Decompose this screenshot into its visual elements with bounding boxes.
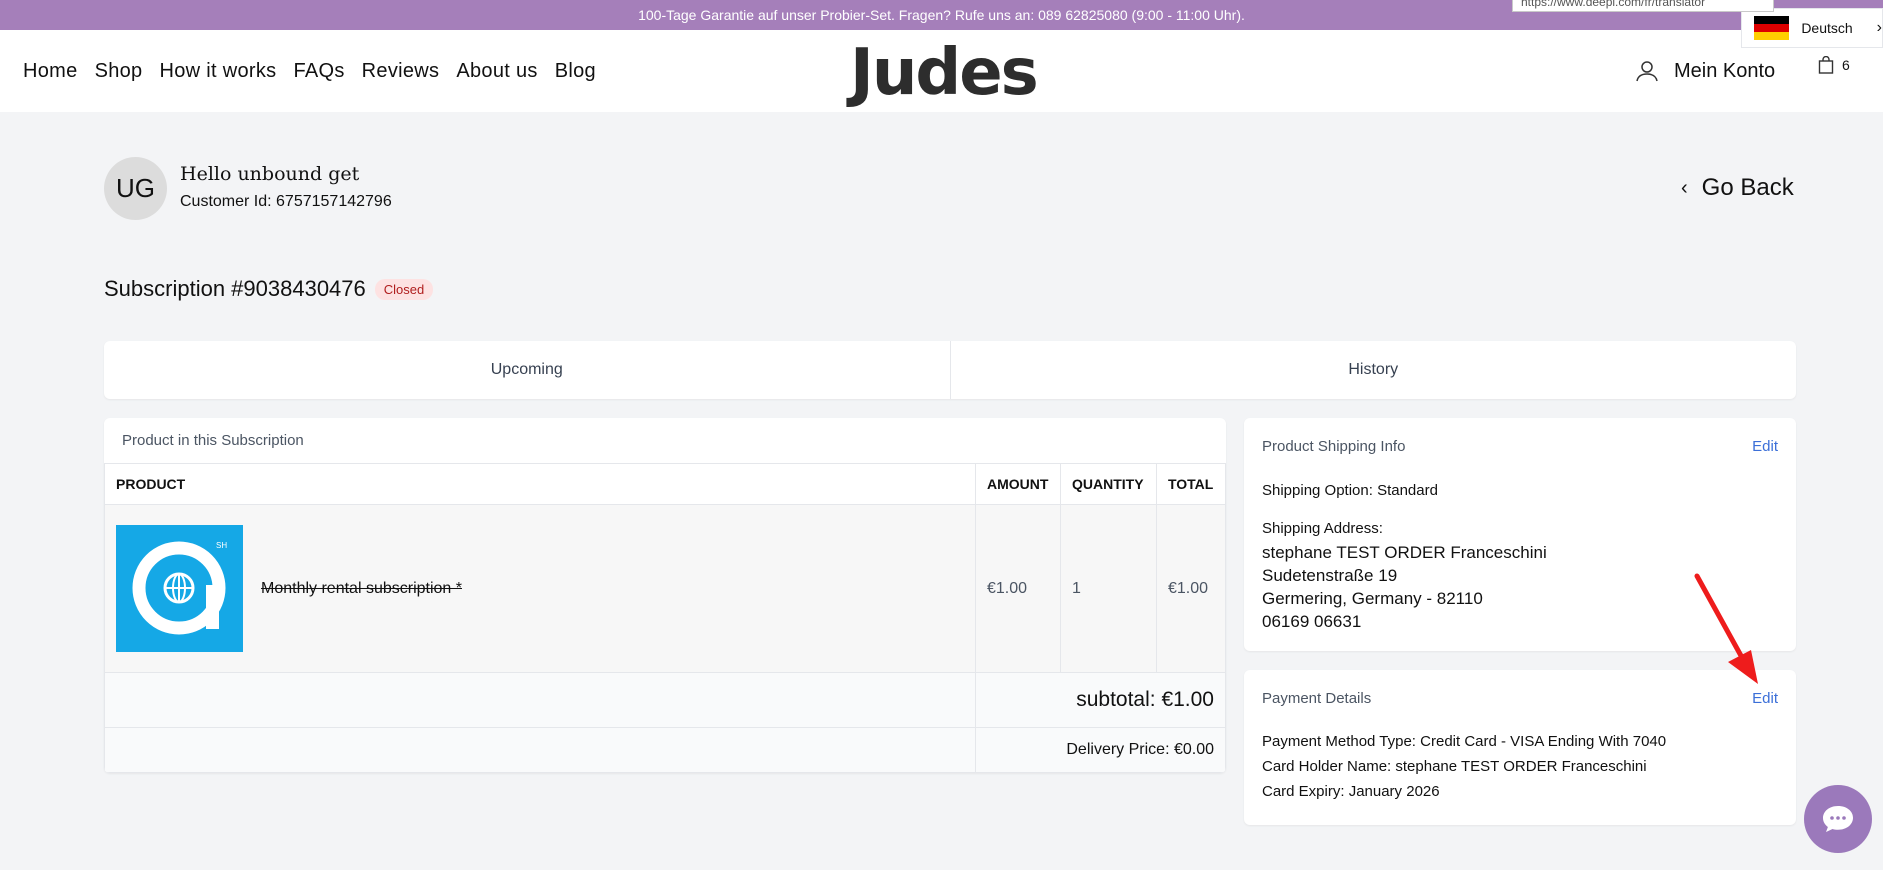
address-line: stephane TEST ORDER Franceschini — [1262, 543, 1547, 562]
nav-reviews[interactable]: Reviews — [362, 60, 440, 83]
shipping-address-label: Shipping Address: — [1262, 520, 1383, 537]
account-label: Mein Konto — [1674, 59, 1776, 82]
nav-home[interactable]: Home — [23, 60, 78, 83]
cart-button[interactable]: 6 — [1818, 56, 1850, 74]
announcement-text: 100-Tage Garantie auf unser Probier-Set.… — [638, 7, 1245, 23]
nav-faqs[interactable]: FAQs — [293, 60, 344, 83]
subscription-title: Subscription #9038430476 Closed — [104, 276, 434, 302]
address-line: Germering, Germany - 82110 — [1262, 589, 1483, 608]
col-quantity: QUANTITY — [1059, 463, 1157, 505]
address-line: 06169 06631 — [1262, 612, 1362, 631]
subtotal-row: subtotal: €1.00 — [104, 672, 1226, 728]
col-amount: AMOUNT — [975, 463, 1061, 505]
product-name[interactable]: Monthly rental subscription * — [261, 580, 462, 598]
table-header-row: PRODUCT AMOUNT QUANTITY TOTAL — [104, 463, 1226, 505]
payment-method: Payment Method Type: Credit Card - VISA … — [1262, 733, 1667, 750]
address-line: Sudetenstraße 19 — [1262, 566, 1398, 585]
subscription-number: Subscription #9038430476 — [104, 276, 366, 301]
shipping-address: stephane TEST ORDER Franceschini Sudeten… — [1262, 541, 1778, 633]
language-label: Deutsch — [1801, 20, 1853, 36]
product-caption: Product in this Subscription — [122, 432, 304, 449]
nav-how-it-works[interactable]: How it works — [159, 60, 276, 83]
chevron-left-icon: ‹ — [1681, 176, 1688, 199]
tab-history[interactable]: History — [949, 341, 1797, 399]
chat-button[interactable] — [1804, 785, 1872, 853]
delivery-spacer — [104, 727, 976, 773]
url-tooltip: https://www.deepl.com/fr/translator — [1512, 0, 1774, 12]
avatar: UG — [104, 157, 167, 220]
language-selector[interactable]: Deutsch › — [1741, 8, 1883, 48]
delivery-price: Delivery Price: €0.00 — [975, 727, 1226, 773]
subtotal-value: subtotal: €1.00 — [975, 672, 1226, 728]
nav-shop[interactable]: Shop — [95, 60, 143, 83]
product-card: Product in this Subscription PRODUCT AMO… — [104, 418, 1226, 773]
product-total: €1.00 — [1155, 504, 1226, 673]
product-amount: €1.00 — [975, 504, 1061, 673]
col-total: TOTAL — [1155, 463, 1226, 505]
customer-greeting: Hello unbound get — [180, 163, 360, 185]
product-cell: SH Monthly rental subscription * — [104, 504, 976, 673]
chat-bubble-icon — [1823, 806, 1853, 832]
user-icon — [1636, 61, 1658, 82]
main-nav: Home Shop How it works FAQs Reviews Abou… — [23, 30, 596, 112]
subtotal-spacer — [104, 672, 976, 728]
nav-about-us[interactable]: About us — [456, 60, 537, 83]
shipping-edit-link[interactable]: Edit — [1752, 438, 1778, 455]
card-expiry: Card Expiry: January 2026 — [1262, 783, 1440, 800]
card-holder: Card Holder Name: stephane TEST ORDER Fr… — [1262, 758, 1647, 775]
shopping-bag-icon — [1818, 56, 1834, 74]
brand-logo[interactable]: Judes — [850, 36, 1039, 110]
shipping-option: Shipping Option: Standard — [1262, 482, 1438, 499]
nav-blog[interactable]: Blog — [555, 60, 596, 83]
shipping-card: Product Shipping Info Edit Shipping Opti… — [1244, 418, 1796, 651]
customer-id: Customer Id: 6757157142796 — [180, 193, 392, 210]
status-badge: Closed — [374, 278, 434, 300]
go-back-button[interactable]: ‹ Go Back — [1681, 174, 1794, 202]
payment-card: Payment Details Edit Payment Method Type… — [1244, 670, 1796, 825]
table-row: SH Monthly rental subscription * €1.00 1… — [104, 504, 1226, 673]
product-thumbnail[interactable]: SH — [116, 525, 243, 652]
shipping-title: Product Shipping Info — [1262, 438, 1406, 455]
payment-title: Payment Details — [1262, 690, 1372, 707]
subscription-tabs: Upcoming History — [104, 341, 1796, 399]
chevron-right-icon: › — [1876, 19, 1882, 36]
product-quantity: 1 — [1059, 504, 1157, 673]
product-table: PRODUCT AMOUNT QUANTITY TOTAL SH Monthly… — [104, 463, 1226, 773]
delivery-row: Delivery Price: €0.00 — [104, 727, 1226, 773]
german-flag-icon — [1754, 16, 1790, 40]
cart-count: 6 — [1842, 57, 1850, 73]
go-back-label: Go Back — [1701, 174, 1794, 201]
payment-edit-link[interactable]: Edit — [1752, 690, 1778, 707]
tab-upcoming[interactable]: Upcoming — [104, 341, 950, 399]
col-product: PRODUCT — [104, 463, 976, 505]
site-header: Home Shop How it works FAQs Reviews Abou… — [0, 30, 1883, 112]
thumb-label: SH — [216, 541, 228, 550]
